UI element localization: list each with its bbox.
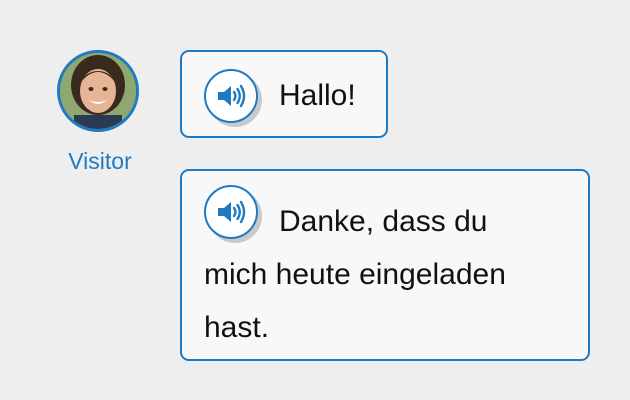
message-bubble-2: Danke, dass du mich heute eingeladen has… xyxy=(180,169,590,361)
avatar-photo xyxy=(60,53,136,129)
message-text: Hallo! xyxy=(279,79,356,112)
message-text: Danke, dass du mich heute eingeladen has… xyxy=(204,205,506,344)
speaker-name: Visitor xyxy=(68,148,132,174)
message-bubble-1: Hallo! xyxy=(180,50,388,138)
speaker-icon xyxy=(218,84,246,108)
play-audio-button[interactable] xyxy=(204,69,258,123)
avatar xyxy=(57,50,139,132)
